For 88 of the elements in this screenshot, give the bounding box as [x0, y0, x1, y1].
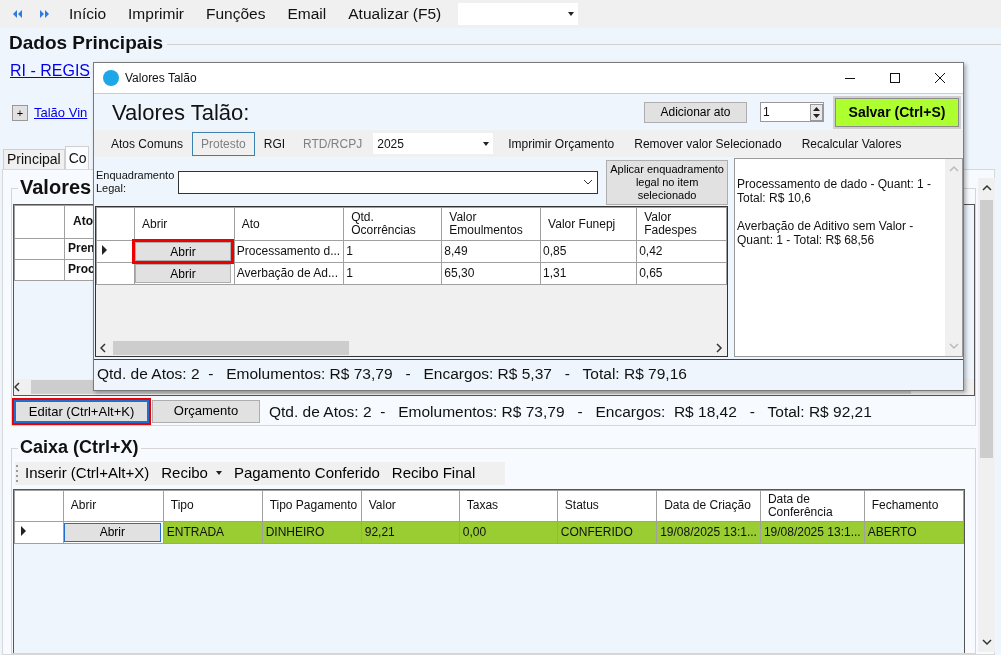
column-header: Valor Emoulmentos [441, 207, 541, 241]
summary-text: Qtd. de Atos: 2 - Emolumentos: R$ 73,79 - Encargos: R$ 18,42 - Total: R$ 92,21 [269, 401, 872, 422]
scroll-left-icon[interactable] [14, 381, 21, 392]
menu-item[interactable]: Início [58, 2, 118, 26]
table-cell: 1 [343, 240, 442, 263]
table-cell: 65,30 [441, 262, 541, 285]
close-icon[interactable] [935, 73, 945, 83]
field-label: Enquadramento Legal: [96, 169, 172, 195]
vertical-scrollbar[interactable] [978, 178, 995, 652]
dropdown-button[interactable]: Recibo [155, 461, 228, 485]
tab[interactable]: Co [64, 145, 89, 169]
table-header-cell [14, 205, 65, 238]
add-button[interactable]: Adicionar ato [644, 101, 747, 123]
linked-link[interactable]: Talão Vin [34, 103, 88, 123]
note-text: Processamento de dado - Quant: 1 - Total: R$ 10,6 [737, 177, 933, 205]
toolbar-button[interactable]: Inserir (Ctrl+Alt+X) [19, 461, 156, 485]
open-button[interactable]: Abrir [135, 264, 231, 283]
back-icon[interactable] [12, 9, 23, 19]
column-header: Tipo [163, 490, 263, 521]
maximize-icon[interactable] [890, 73, 900, 83]
column-header: Status [557, 490, 657, 521]
scroll-left-icon[interactable] [100, 343, 107, 353]
column-header: Abrir [63, 490, 164, 521]
menu-item[interactable]: Email [276, 2, 338, 26]
dialog-heading: Valores Talão: [112, 98, 250, 127]
column-header: Valor Fadespes [636, 207, 727, 241]
column-header: Valor Funepj [540, 207, 637, 241]
button[interactable]: Orçamento [152, 399, 260, 423]
menu-item[interactable]: Imprimir [117, 2, 196, 26]
caret-icon [568, 12, 575, 16]
toolbar-button[interactable]: Recibo Final [385, 461, 482, 485]
table-cell: 1,31 [540, 262, 637, 285]
column-header: Taxas [459, 490, 558, 521]
table-cell: 0,42 [636, 240, 727, 263]
table-cell: Averbação de Ad... [234, 262, 344, 285]
apply-button[interactable]: Aplicar enquadramento legal no item selecionado [606, 159, 728, 205]
summary-text: Qtd. de Atos: 2 - Emolumentos: R$ 73,79 - Encargos: R$ 5,37 - Total: R$ 79,16 [97, 365, 687, 382]
registry-link[interactable]: RI - REGIS [10, 59, 90, 83]
column-header: Fechamento [864, 490, 964, 521]
caret-icon [215, 471, 222, 475]
window-title: Valores Talão [125, 70, 198, 87]
row-selector-icon [102, 245, 107, 255]
legal-framework-field[interactable] [178, 170, 599, 194]
section-title: Dados Principais [9, 31, 164, 55]
save-button[interactable]: Salvar (Ctrl+S) [835, 97, 959, 127]
row-selector-icon [21, 525, 26, 536]
column-header: Data de Criação [656, 490, 761, 521]
row-header-cell [14, 259, 65, 280]
table-cell: 0,85 [540, 240, 637, 263]
forward-icon[interactable] [39, 9, 50, 19]
spinner-icon[interactable] [810, 103, 823, 121]
field-value: 2025 [377, 135, 404, 153]
tab[interactable]: Atos Comuns [102, 131, 193, 156]
expand-button[interactable]: + [12, 104, 28, 121]
chevron-down-icon [583, 179, 594, 185]
button[interactable]: Editar (Ctrl+Alt+K) [14, 399, 149, 423]
table-cell: 8,49 [441, 240, 541, 263]
dropdown-field[interactable] [458, 3, 579, 25]
toolbar-button[interactable]: Imprimir Orçamento [499, 131, 626, 156]
column-header: Qtd. Ocorrências [343, 207, 442, 241]
scroll-up-icon[interactable] [981, 184, 992, 192]
column-header: Valor [361, 490, 460, 521]
menu-item[interactable]: Funções [195, 2, 277, 26]
table-cell: 1 [343, 262, 442, 285]
menu-item[interactable]: Atualizar (F5) [337, 2, 453, 26]
toolbar-button[interactable]: Remover valor Selecionado [625, 131, 793, 156]
note-text: Averbação de Aditivo sem Valor - Quant: 1 - Total: R$ 68,56 [737, 219, 915, 247]
button-label: Recibo [161, 462, 208, 483]
toolbar-grip-icon [15, 464, 19, 482]
tab[interactable]: Principal [3, 148, 65, 169]
toolbar-button[interactable]: Pagamento Conferido [227, 461, 386, 485]
table-cell: 0,65 [636, 262, 727, 285]
row-header-cell [14, 238, 65, 259]
app-icon [103, 70, 119, 86]
open-button[interactable]: Abrir [63, 522, 161, 542]
quantity-field[interactable]: 1 [760, 102, 824, 122]
field-value: 1 [763, 104, 771, 121]
tab[interactable]: RGI [254, 131, 295, 156]
column-header: Ato [234, 207, 344, 241]
scroll-down-icon[interactable] [981, 638, 992, 646]
open-button[interactable]: Abrir [135, 242, 231, 261]
column-header: Data de Conferência [760, 490, 865, 521]
toolbar-button[interactable]: Recalcular Valores [792, 131, 913, 156]
scroll-right-icon[interactable] [716, 343, 723, 353]
column-header: Tipo Pagamento [262, 490, 362, 521]
year-dropdown[interactable]: 2025 [373, 133, 494, 154]
table-cell: Processamento d... [234, 240, 344, 263]
caret-icon [483, 141, 490, 146]
